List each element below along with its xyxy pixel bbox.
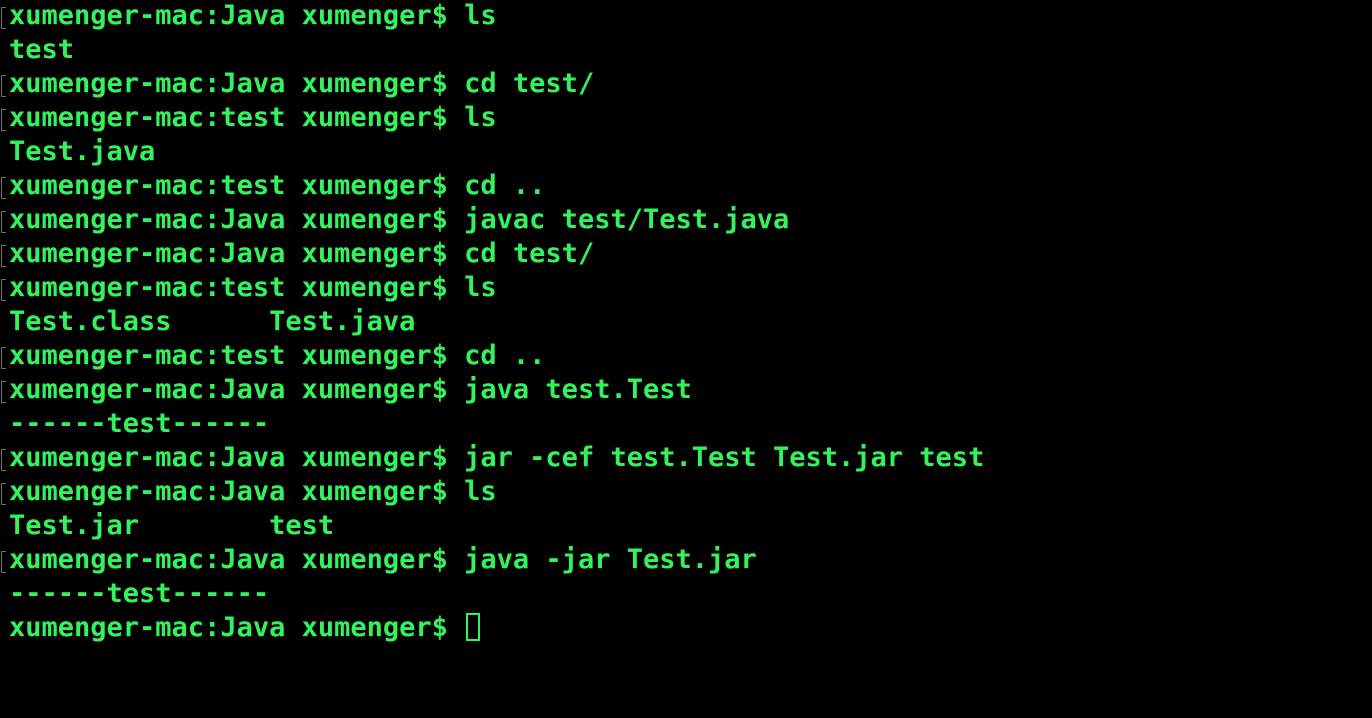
prompt-mark-icon (1, 75, 6, 97)
active-prompt-line[interactable]: xumenger-mac:Java xumenger$ (9, 611, 984, 645)
line-text: test (9, 34, 75, 65)
prompt-mark-icon (1, 483, 6, 505)
output-line: ------test------ (9, 407, 984, 441)
command-line: xumenger-mac:test xumenger$ cd .. (1, 339, 984, 373)
prompt-mark-icon (1, 177, 6, 199)
line-text: xumenger-mac:Java xumenger$ java test.Te… (9, 374, 692, 405)
prompt-mark-icon (1, 211, 6, 233)
command-line: xumenger-mac:test xumenger$ ls (1, 101, 984, 135)
line-text: xumenger-mac:Java xumenger$ java -jar Te… (9, 544, 757, 575)
line-text: Test.class Test.java (9, 306, 416, 337)
prompt-mark-icon (1, 449, 6, 471)
command-line: xumenger-mac:Java xumenger$ ls (1, 0, 984, 33)
command-line: xumenger-mac:Java xumenger$ cd test/ (1, 67, 984, 101)
line-text: xumenger-mac:test xumenger$ cd .. (9, 170, 546, 201)
line-text: xumenger-mac:Java xumenger$ jar -cef tes… (9, 442, 985, 473)
prompt-mark-icon (1, 7, 6, 29)
prompt-mark-icon (1, 279, 6, 301)
output-line: test (9, 33, 984, 67)
line-text: xumenger-mac:Java xumenger$ ls (9, 0, 497, 31)
line-text: Test.java (9, 136, 156, 167)
prompt-mark-icon (1, 551, 6, 573)
cursor-block[interactable] (466, 613, 481, 641)
prompt-mark-icon (1, 109, 6, 131)
line-text: xumenger-mac:Java xumenger$ ls (9, 476, 497, 507)
line-text: xumenger-mac:test xumenger$ cd .. (9, 340, 546, 371)
line-text: xumenger-mac:Java xumenger$ cd test/ (9, 68, 595, 99)
command-line: xumenger-mac:test xumenger$ ls (1, 271, 984, 305)
output-line: Test.class Test.java (9, 305, 984, 339)
output-line: Test.jar test (9, 509, 984, 543)
output-line: Test.java (9, 135, 984, 169)
line-text: xumenger-mac:test xumenger$ ls (9, 102, 497, 133)
line-text: ------test------ (9, 408, 270, 439)
line-text: ------test------ (9, 578, 270, 609)
line-text: xumenger-mac:Java xumenger$ javac test/T… (9, 204, 790, 235)
command-line: xumenger-mac:Java xumenger$ java -jar Te… (1, 543, 984, 577)
terminal-output: xumenger-mac:Java xumenger$ ls test xumeng… (1, 0, 985, 645)
command-line: xumenger-mac:Java xumenger$ javac test/T… (1, 203, 984, 237)
terminal-window[interactable]: xumenger-mac:Java xumenger$ ls test xumeng… (0, 0, 1372, 718)
line-text: xumenger-mac:Java xumenger$ cd test/ (9, 238, 595, 269)
prompt-mark-icon (1, 245, 6, 267)
prompt-mark-icon (1, 347, 6, 369)
line-text: Test.jar test (9, 510, 335, 541)
command-line: xumenger-mac:Java xumenger$ jar -cef tes… (1, 441, 985, 475)
command-line: xumenger-mac:Java xumenger$ ls (1, 475, 984, 509)
command-line: xumenger-mac:test xumenger$ cd .. (1, 169, 984, 203)
prompt-mark-icon (1, 381, 6, 403)
command-line: xumenger-mac:Java xumenger$ cd test/ (1, 237, 984, 271)
command-line: xumenger-mac:Java xumenger$ java test.Te… (1, 373, 984, 407)
prompt-text: xumenger-mac:Java xumenger$ (9, 612, 465, 643)
output-line: ------test------ (9, 577, 984, 611)
line-text: xumenger-mac:test xumenger$ ls (9, 272, 497, 303)
